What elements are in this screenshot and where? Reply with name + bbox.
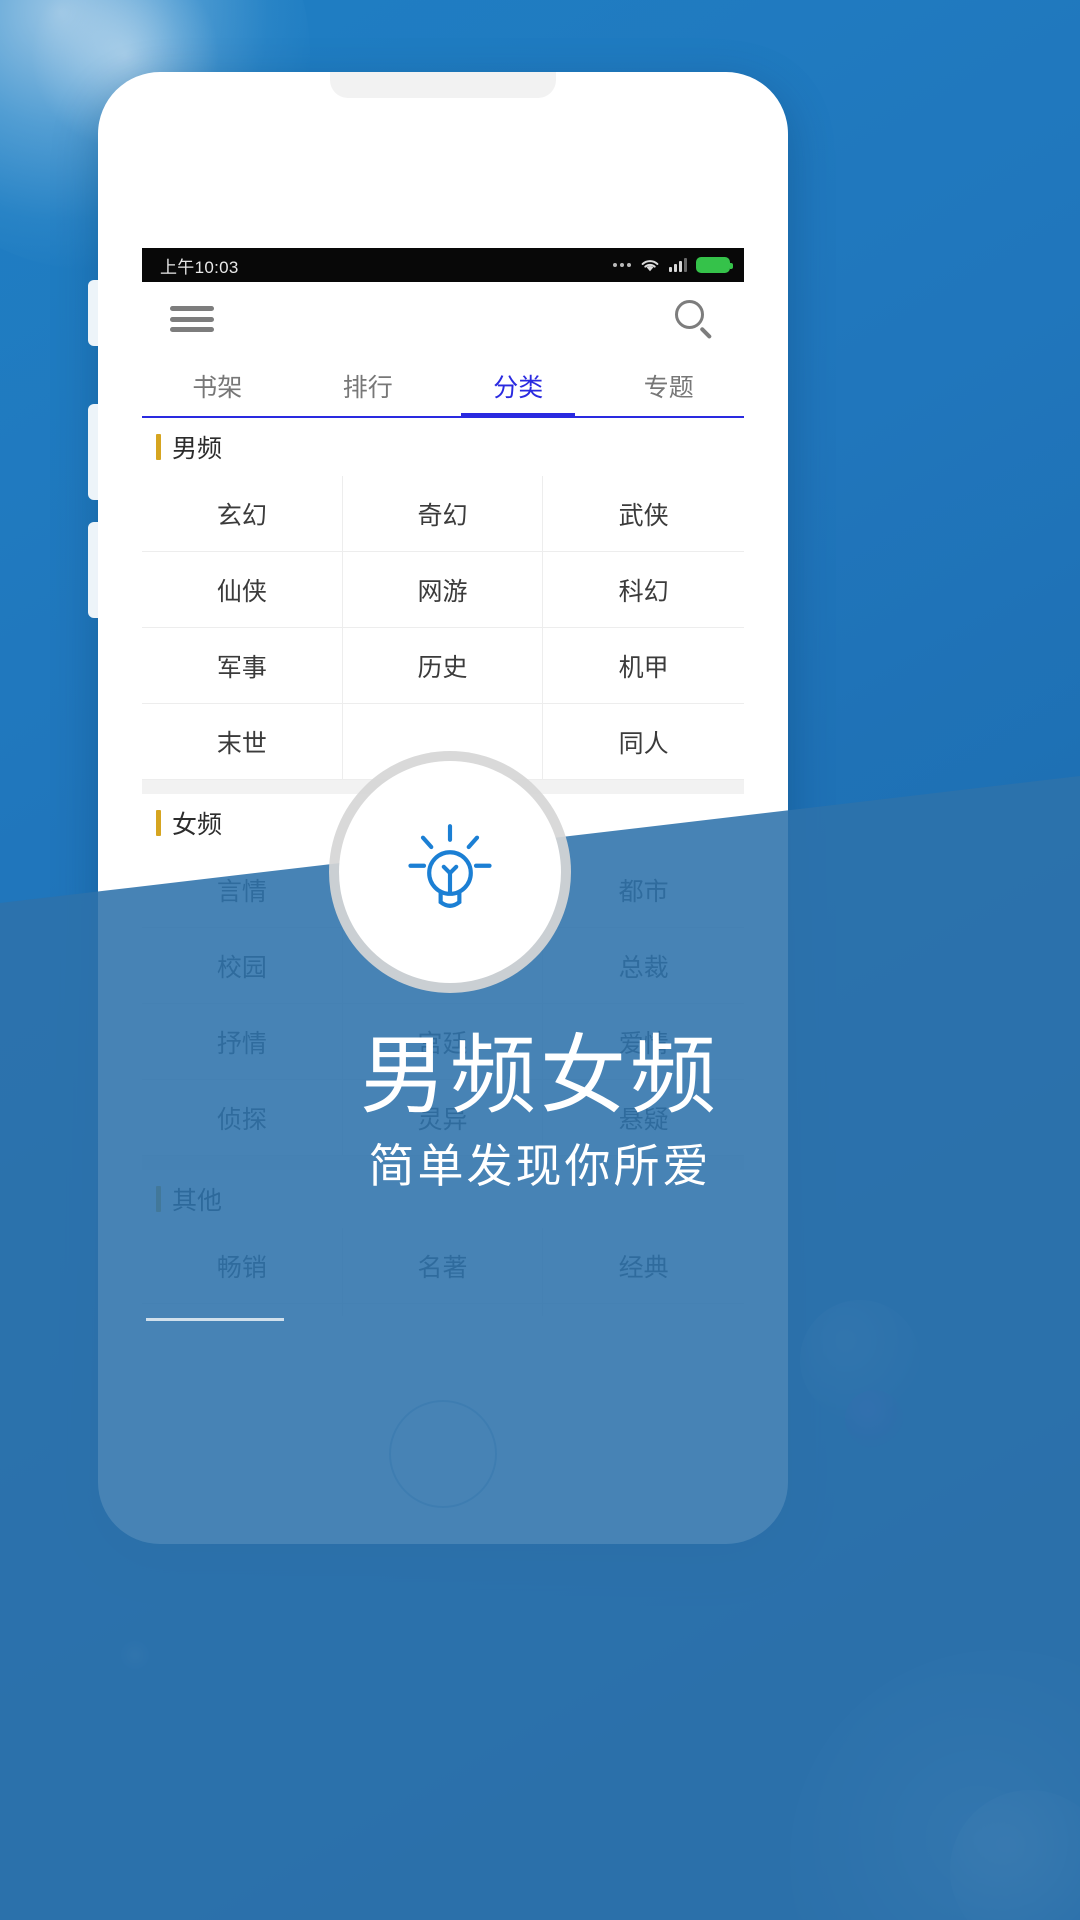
category-cell[interactable]: 悬疑 — [543, 1080, 744, 1156]
background-glow-bottom-right — [790, 1650, 1080, 1920]
tab-bookshelf[interactable]: 书架 — [142, 356, 293, 416]
category-cell[interactable]: 玄幻 — [343, 1304, 544, 1316]
category-cell[interactable]: 玄幻 — [142, 476, 343, 552]
phone-home-button — [389, 1400, 497, 1508]
category-cell[interactable]: 侦探 — [142, 1080, 343, 1156]
section-header-female: 女频 — [142, 794, 744, 852]
background-bubble-1 — [800, 1300, 920, 1420]
battery-icon — [696, 257, 733, 273]
category-cell[interactable]: 同人 — [543, 704, 744, 780]
phone-side-button-volume-up — [88, 404, 100, 500]
category-cell[interactable]: 网游 — [342, 552, 544, 628]
category-cell[interactable]: 历史 — [342, 628, 544, 704]
section-title-female: 女频 — [172, 811, 223, 839]
tab-topics[interactable]: 专题 — [594, 356, 745, 416]
category-cell[interactable]: 武侠 — [543, 476, 744, 552]
section-title-male: 男频 — [172, 435, 223, 463]
more-dots-icon — [613, 263, 631, 267]
category-cell-empty — [342, 704, 544, 780]
tab-category[interactable]: 分类 — [443, 356, 594, 418]
section-accent-bar — [156, 434, 161, 460]
category-cell[interactable]: 言情 — [142, 852, 343, 928]
category-list: 男频 玄幻 奇幻 武侠 仙侠 网游 科幻 军事 历史 机甲 末世 同人 女频 言… — [142, 418, 744, 1316]
category-grid-other: 畅销 名著 经典 体育 玄幻 军阀 — [142, 1228, 744, 1316]
section-title-other: 其他 — [172, 1187, 223, 1215]
background-bubble-5 — [120, 1640, 150, 1670]
background-bubble-4 — [950, 1790, 1080, 1920]
phone-notch — [330, 72, 556, 98]
main-tab-bar: 书架 排行 分类 专题 — [142, 356, 744, 418]
section-accent-bar — [156, 1186, 161, 1212]
section-header-male: 男频 — [142, 418, 744, 476]
category-grid-female: 言情 青春 都市 校园 穿越 总裁 抒情 宫廷 爱情 侦探 灵异 悬疑 — [142, 852, 744, 1156]
category-cell[interactable]: 末世 — [142, 704, 343, 780]
wifi-icon — [641, 259, 659, 271]
category-cell[interactable]: 军阀 — [543, 1304, 744, 1316]
category-cell[interactable]: 抒情 — [142, 1004, 343, 1080]
category-cell[interactable]: 名著 — [342, 1228, 544, 1304]
section-header-other: 其他 — [142, 1170, 744, 1228]
section-accent-bar — [156, 810, 161, 836]
tab-ranking[interactable]: 排行 — [293, 356, 444, 416]
category-cell[interactable]: 机甲 — [543, 628, 744, 704]
hamburger-menu-icon[interactable] — [170, 303, 214, 335]
signal-icon — [669, 258, 687, 272]
promo-stage: 上午10:03 书架 排行 分类 专题 男频 玄幻 奇幻 武侠 仙侠 网游 科幻… — [0, 0, 1080, 1920]
category-grid-male: 玄幻 奇幻 武侠 仙侠 网游 科幻 军事 历史 机甲 末世 同人 — [142, 476, 744, 780]
status-bar-icons — [613, 257, 733, 273]
category-cell[interactable]: 都市 — [543, 852, 744, 928]
background-bubble-2 — [845, 1390, 903, 1448]
category-cell[interactable]: 畅销 — [142, 1228, 343, 1304]
category-cell[interactable]: 经典 — [543, 1228, 744, 1304]
category-cell[interactable]: 爱情 — [543, 1004, 744, 1080]
category-cell[interactable]: 灵异 — [342, 1080, 544, 1156]
app-bar — [142, 282, 744, 356]
category-cell[interactable]: 总裁 — [543, 928, 744, 1004]
category-cell[interactable]: 穿越 — [342, 928, 544, 1004]
status-bar-time: 上午10:03 — [160, 257, 239, 277]
section-divider — [142, 1156, 744, 1170]
category-cell[interactable]: 宫廷 — [342, 1004, 544, 1080]
phone-side-button-silent — [88, 280, 100, 346]
category-cell[interactable]: 军事 — [142, 628, 343, 704]
search-icon[interactable] — [672, 297, 716, 341]
category-cell[interactable]: 科幻 — [543, 552, 744, 628]
phone-mockup: 上午10:03 书架 排行 分类 专题 男频 玄幻 奇幻 武侠 仙侠 网游 科幻… — [88, 72, 788, 1544]
category-cell[interactable]: 奇幻 — [342, 476, 544, 552]
category-cell[interactable]: 仙侠 — [142, 552, 343, 628]
phone-side-button-volume-down — [88, 522, 100, 618]
category-cell[interactable]: 校园 — [142, 928, 343, 1004]
status-bar: 上午10:03 — [142, 248, 744, 282]
section-divider — [142, 780, 744, 794]
phone-screen: 上午10:03 书架 排行 分类 专题 男频 玄幻 奇幻 武侠 仙侠 网游 科幻… — [142, 248, 744, 1316]
category-cell[interactable]: 体育 — [142, 1304, 343, 1316]
category-cell[interactable]: 青春 — [342, 852, 544, 928]
